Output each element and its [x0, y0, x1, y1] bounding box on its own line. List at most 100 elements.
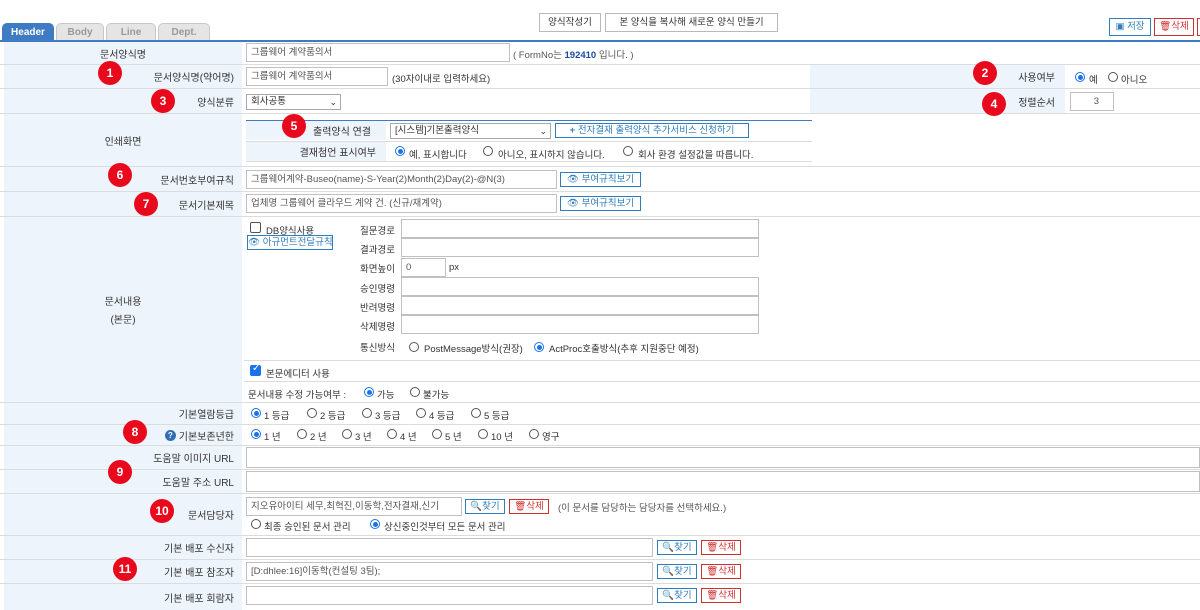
doc-content-label: 문서내용 (본문)	[4, 217, 242, 402]
approval-opt1-radio[interactable]	[395, 146, 405, 156]
annotation-badge-6: 6	[108, 163, 132, 187]
retention-label: 기본보존년한	[178, 431, 234, 443]
reject-cmd-input[interactable]	[401, 296, 759, 315]
help-icon[interactable]: ?	[164, 429, 176, 441]
dist-ref-input[interactable]: [D:dhlee:16]이동학(컨설팅 3팀);	[246, 562, 653, 581]
editor-use-checkbox[interactable]	[250, 363, 261, 376]
help-image-input[interactable]	[246, 447, 1200, 468]
annotation-badge-10: 10	[150, 499, 174, 523]
doc-title-rule-button[interactable]: 👁 부여규칙보기	[560, 196, 641, 211]
tab-dept[interactable]: Dept.	[158, 23, 210, 41]
dist-recipient-input[interactable]	[246, 538, 653, 557]
save-button[interactable]: ▣ 저장	[1109, 18, 1151, 36]
retention-radio-3[interactable]	[342, 429, 352, 439]
approval-opt2-radio[interactable]	[483, 146, 493, 156]
read-level-radio-3[interactable]	[362, 408, 372, 418]
manager-find-button[interactable]: 🔍찾기	[465, 499, 505, 514]
read-level-radio-4[interactable]	[416, 408, 426, 418]
dist-circ-delete-button[interactable]: 🗑삭제	[701, 588, 741, 603]
chevron-down-icon: ⌄	[329, 97, 337, 107]
dist-ref-delete-button[interactable]: 🗑삭제	[701, 564, 741, 579]
read-level-radio-2[interactable]	[307, 408, 317, 418]
editable-label: 문서내용 수정 가능여부 :	[248, 390, 346, 401]
annotation-badge-4: 4	[982, 92, 1006, 116]
form-name-input[interactable]: 그룹웨어 계약품의서	[246, 43, 510, 62]
manager-opt2-radio[interactable]	[370, 519, 380, 529]
doc-number-input[interactable]: 그룹웨어계약-Buseo(name)-S-Year(2)Month(2)Day(…	[246, 170, 557, 189]
read-level-radio-1[interactable]	[251, 408, 261, 418]
doc-content-label-2: (본문)	[110, 315, 136, 326]
comm-actproc-radio[interactable]	[534, 342, 544, 352]
dist-circ-find-button[interactable]: 🔍찾기	[657, 588, 697, 603]
annotation-badge-3: 3	[151, 89, 175, 113]
editable-no-radio[interactable]	[410, 387, 420, 397]
manager-input[interactable]: 지오유아이티 세무,최혁진,이동학,전자결재,신기	[246, 497, 462, 516]
screen-height-input[interactable]: 0	[401, 258, 446, 277]
short-name-input[interactable]: 그룹웨어 계약품의서	[246, 67, 388, 86]
copy-form-button[interactable]: 본 양식을 복사해 새로운 양식 만들기	[605, 13, 778, 32]
short-name-hint: (30자이내로 입력하세요)	[392, 74, 491, 85]
tab-header[interactable]: Header	[2, 23, 54, 41]
read-level-label: 기본열람등급	[4, 403, 242, 424]
approve-cmd-input[interactable]	[401, 277, 759, 296]
help-url-input[interactable]	[246, 471, 1200, 492]
doc-content-label-1: 문서내용	[104, 297, 142, 308]
chevron-down-icon: ⌄	[539, 126, 547, 136]
usage-yes-radio[interactable]	[1075, 72, 1085, 82]
trash-icon: 🗑	[706, 542, 719, 553]
argument-rule-button[interactable]: 👁 아규먼트전달규칙	[247, 235, 333, 250]
dist-recipient-label: 기본 배포 수신자	[4, 536, 242, 559]
retention-radio-4[interactable]	[387, 429, 397, 439]
result-path-label: 결과경로	[360, 245, 395, 256]
eye-icon: 👁	[566, 198, 579, 209]
print-screen-label: 인쇄화면	[4, 114, 242, 166]
tab-body[interactable]: Body	[56, 23, 104, 41]
editable-yes-radio[interactable]	[364, 387, 374, 397]
dist-recipient-delete-button[interactable]: 🗑삭제	[701, 540, 741, 555]
comm-post-radio[interactable]	[409, 342, 419, 352]
delete-label: 삭제	[1171, 21, 1189, 32]
retention-radio-5[interactable]	[432, 429, 442, 439]
sort-order-input[interactable]: 3	[1070, 92, 1114, 111]
editor-separator	[244, 360, 1200, 361]
approval-opt1-label: 예, 표시합니다	[409, 150, 467, 161]
save-icon: ▣	[1115, 21, 1125, 32]
tab-line[interactable]: Line	[106, 23, 156, 41]
plus-icon: +	[569, 125, 576, 136]
usage-no-radio[interactable]	[1108, 72, 1118, 82]
save-label: 저장	[1127, 21, 1145, 32]
category-select[interactable]: 회사공통 ⌄	[246, 94, 341, 110]
manager-opt1-radio[interactable]	[251, 519, 261, 529]
editable-separator	[244, 381, 1200, 382]
dist-recipient-find-button[interactable]: 🔍찾기	[657, 540, 697, 555]
result-path-input[interactable]	[401, 238, 759, 257]
trash-icon: 🗑	[1159, 21, 1172, 32]
dist-circ-input[interactable]	[246, 586, 653, 605]
comm-actproc-label: ActProc호출방식(추후 지원중단 예정)	[549, 344, 699, 355]
manager-opt1-label: 최종 승인된 문서 관리	[264, 522, 351, 533]
delete-button[interactable]: 🗑삭제	[1154, 18, 1194, 36]
db-form-checkbox[interactable]	[250, 222, 261, 233]
approval-opt3-label: 회사 환경 설정값을 따릅니다.	[638, 150, 754, 161]
approval-opt3-radio[interactable]	[623, 146, 633, 156]
delete-cmd-input[interactable]	[401, 315, 759, 334]
add-service-button[interactable]: + 전자결재 출력양식 추가서비스 신청하기	[555, 123, 749, 138]
editable-no-label: 불가능	[423, 390, 450, 401]
search-icon: 🔍	[662, 542, 675, 553]
retention-radio-1[interactable]	[251, 429, 261, 439]
read-level-radio-5[interactable]	[471, 408, 481, 418]
retention-option-2: 2 년	[310, 432, 327, 443]
retention-radio-2[interactable]	[297, 429, 307, 439]
form-write-button[interactable]: 양식작성기	[539, 13, 601, 32]
annotation-badge-2: 2	[973, 61, 997, 85]
output-form-select[interactable]: [시스템]기본출력양식 ⌄	[390, 123, 551, 139]
question-path-label: 질문경로	[360, 226, 395, 237]
dist-ref-find-button[interactable]: 🔍찾기	[657, 564, 697, 579]
retention-radio-10[interactable]	[478, 429, 488, 439]
annotation-badge-9: 9	[108, 460, 132, 484]
manager-delete-button[interactable]: 🗑삭제	[509, 499, 549, 514]
question-path-input[interactable]	[401, 219, 759, 238]
doc-title-input[interactable]: 업체명 그룹웨어 클라우드 계약 건. (신규/재계약)	[246, 194, 557, 213]
retention-radio-forever[interactable]	[529, 429, 539, 439]
doc-number-rule-button[interactable]: 👁 부여규칙보기	[560, 172, 641, 187]
